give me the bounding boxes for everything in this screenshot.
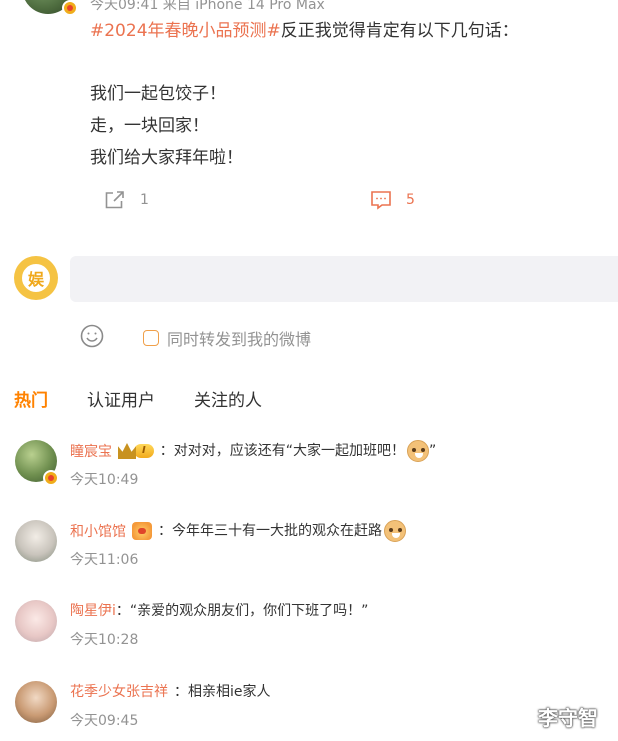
- commenter-avatar[interactable]: [15, 520, 57, 562]
- tab-hot[interactable]: 热门: [14, 386, 48, 411]
- post-hashtag-link[interactable]: #2024年春晚小品预测#: [90, 21, 281, 41]
- avatar-glyph: 娱: [19, 261, 53, 295]
- post-intro: 反正我觉得肯定有以下几句话：: [280, 21, 519, 41]
- comment-body: 陶星伊i ：“亲爱的观众朋友们，你们下班了吗！”: [70, 600, 368, 620]
- comment-text-main: ：今年年三十有一大批的观众在赶路: [158, 523, 382, 539]
- comment-text: ：“亲爱的观众朋友们，你们下班了吗！”: [115, 603, 369, 619]
- forward-checkbox[interactable]: [143, 330, 159, 346]
- comment-time: 今天10:49: [70, 472, 139, 488]
- forward-to-my-weibo-option[interactable]: 同时转发到我的微博: [143, 326, 311, 350]
- watermark: 李守智: [538, 706, 598, 730]
- post-line: 走，一块回家！: [90, 116, 209, 136]
- commenter-avatar[interactable]: [15, 681, 57, 723]
- comment-icon: [370, 190, 392, 210]
- comment-text: ：相亲相ie家人: [174, 684, 271, 700]
- comment-time: 今天10:28: [70, 632, 139, 648]
- comment-text: ：今年年三十有一大批的观众在赶路: [158, 520, 406, 542]
- commenter-avatar[interactable]: [15, 440, 59, 486]
- vip-level-badge[interactable]: I: [118, 442, 154, 460]
- comment-item: 陶星伊i ：“亲爱的观众朋友们，你们下班了吗！” 今天10:28: [0, 600, 618, 674]
- comment-input[interactable]: [70, 256, 618, 302]
- post-meta: 今天09:41 来自 iPhone 14 Pro Max: [90, 0, 325, 13]
- doge-icon: [407, 440, 429, 462]
- verified-badge-icon: [43, 470, 59, 486]
- post-body-lines: 我们一起包饺子！ 走，一块回家！ 我们给大家拜年啦！: [90, 78, 243, 174]
- commenter-name[interactable]: 花季少女张吉祥: [70, 681, 168, 701]
- emoji-button[interactable]: [80, 324, 104, 348]
- comment-button[interactable]: 5: [370, 190, 415, 210]
- comment-item: 瞳宸宝 I ：对对对，应该还有“大家一起加班吧！ ” 今天10:49: [0, 440, 618, 514]
- comment-text-main: ：对对对，应该还有“大家一起加班吧！: [159, 443, 405, 459]
- doge-icon: [384, 520, 406, 542]
- comment-body: 花季少女张吉祥 ：相亲相ie家人: [70, 681, 271, 701]
- comment-body: 和小馆馆 ：今年年三十有一大批的观众在赶路: [70, 520, 406, 542]
- comment-time: 今天11:06: [70, 552, 139, 568]
- vip-level-text: I: [134, 444, 154, 458]
- comment-tabs: 热门 认证用户 关注的人: [0, 386, 618, 414]
- smiley-icon: [80, 324, 104, 352]
- tab-following[interactable]: 关注的人: [194, 386, 262, 411]
- forward-option-label: 同时转发到我的微博: [167, 330, 312, 349]
- post-text: #2024年春晚小品预测#反正我觉得肯定有以下几句话：: [90, 18, 519, 44]
- comment-text-tail: ”: [429, 443, 437, 459]
- comment-count: 5: [406, 192, 415, 208]
- commenter-name[interactable]: 陶星伊i: [70, 600, 116, 620]
- share-icon: [104, 190, 126, 210]
- fan-badge-icon[interactable]: [132, 522, 152, 540]
- commenter-avatar[interactable]: [15, 600, 57, 642]
- forward-count: 1: [140, 192, 149, 208]
- commenter-name[interactable]: 瞳宸宝: [70, 441, 112, 461]
- post-author-avatar[interactable]: [22, 0, 78, 16]
- commenter-name[interactable]: 和小馆馆: [70, 521, 126, 541]
- crown-icon: [118, 443, 136, 459]
- tab-verified-users[interactable]: 认证用户: [87, 386, 155, 411]
- post-line: 我们给大家拜年啦！: [90, 148, 243, 168]
- comment-time: 今天09:45: [70, 713, 139, 729]
- comment-item: 和小馆馆 ：今年年三十有一大批的观众在赶路 今天11:06: [0, 520, 618, 594]
- post-line: 我们一起包饺子！: [90, 84, 226, 104]
- forward-button[interactable]: 1: [104, 190, 149, 210]
- comment-text: ：对对对，应该还有“大家一起加班吧！ ”: [159, 440, 437, 462]
- verified-badge-icon: [62, 0, 78, 16]
- comment-item: 花季少女张吉祥 ：相亲相ie家人 今天09:45: [0, 681, 618, 741]
- my-avatar: 娱: [14, 256, 58, 300]
- comment-body: 瞳宸宝 I ：对对对，应该还有“大家一起加班吧！ ”: [70, 440, 436, 462]
